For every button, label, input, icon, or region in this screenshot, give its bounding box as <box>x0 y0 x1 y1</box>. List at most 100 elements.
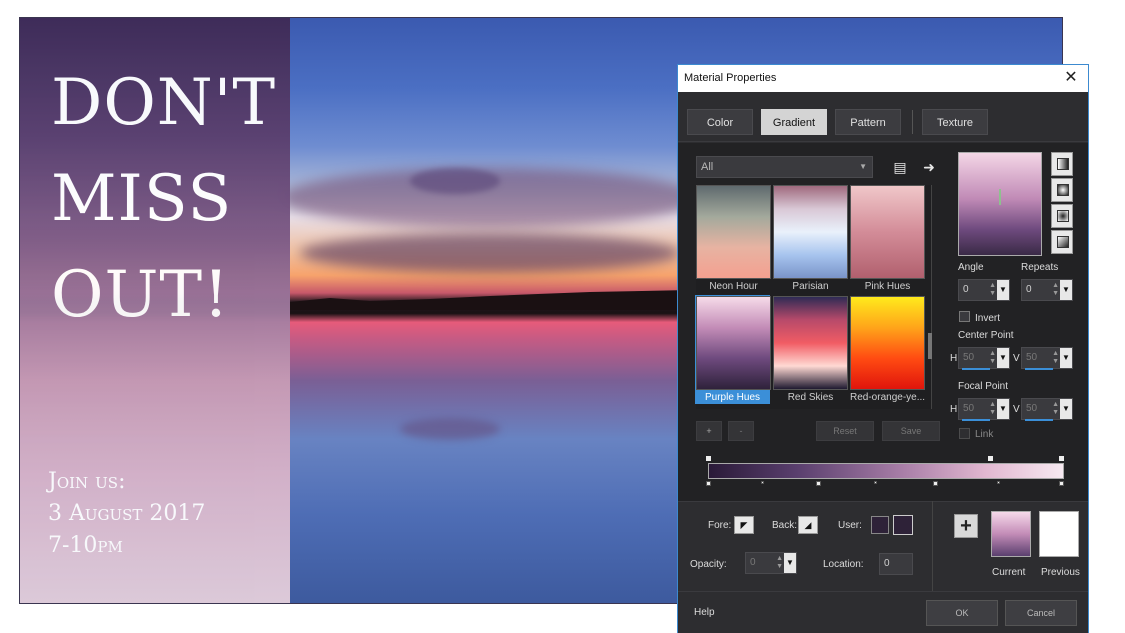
opacity-stop[interactable] <box>706 456 711 461</box>
gradient-swatch-list: Neon Hour Parisian Pink Hues Purple Hues… <box>695 185 932 409</box>
linear-gradient-icon <box>1057 158 1069 170</box>
reset-button[interactable]: Reset <box>816 421 874 441</box>
close-icon[interactable]: ✕ <box>1060 67 1082 89</box>
ok-button[interactable]: OK <box>926 600 998 626</box>
tab-color[interactable]: Color <box>687 109 753 135</box>
current-swatch <box>991 511 1031 557</box>
cloud <box>300 233 680 273</box>
swatch-red-skies[interactable]: Red Skies <box>773 296 848 403</box>
location-input[interactable]: 0 <box>879 553 913 575</box>
focal-h-label: H <box>950 404 958 415</box>
swatch-label: Purple Hues <box>704 392 761 403</box>
color-midpoint[interactable] <box>997 481 1000 484</box>
previous-label: Previous <box>1041 567 1080 578</box>
book-icon[interactable]: ▤ <box>890 157 910 177</box>
link-label: Link <box>975 429 994 440</box>
linear-type-button[interactable] <box>1051 152 1073 176</box>
color-stop[interactable] <box>1059 481 1064 486</box>
swatch-red-orange-yellow[interactable]: Red-orange-ye... <box>850 296 925 403</box>
spin-arrows-icon[interactable]: ▲ ▼ <box>1052 401 1059 417</box>
spin-arrows-icon[interactable]: ▲ ▼ <box>989 282 996 298</box>
dropdown-arrow-icon[interactable]: ▼ <box>997 280 1009 300</box>
user-color-swatch-selected[interactable] <box>893 515 913 535</box>
center-v-input[interactable]: 50 ▲ ▼ ▼ <box>1021 347 1073 370</box>
opacity-input[interactable]: 0 ▲ ▼ ▼ <box>745 552 797 574</box>
rectangular-gradient-icon <box>1057 184 1069 196</box>
headline-line: MISS <box>51 162 233 236</box>
opacity-stop[interactable] <box>1059 456 1064 461</box>
swatch-label: Red Skies <box>787 392 834 403</box>
focal-h-input[interactable]: 50 ▲ ▼ ▼ <box>958 398 1010 421</box>
rectangular-type-button[interactable] <box>1051 178 1073 202</box>
center-h-label: H <box>950 353 958 364</box>
dropdown-arrow-icon[interactable]: ▼ <box>1060 280 1072 300</box>
arrow-right-icon[interactable]: ➜ <box>919 157 939 177</box>
swatch-pink-hues[interactable]: Pink Hues <box>850 185 925 292</box>
cancel-button[interactable]: Cancel <box>1005 600 1077 626</box>
invert-checkbox[interactable] <box>959 311 970 322</box>
dropdown-arrow-icon[interactable]: ▼ <box>997 348 1009 368</box>
color-stop[interactable] <box>933 481 938 486</box>
add-swatch-button[interactable]: + <box>696 421 722 441</box>
spin-arrows-icon[interactable]: ▲ ▼ <box>1052 350 1059 366</box>
color-midpoint[interactable] <box>874 481 877 484</box>
fore-color-button[interactable]: ◤ <box>734 516 754 534</box>
tab-gradient[interactable]: Gradient <box>761 109 827 135</box>
focus-underline <box>1025 368 1053 370</box>
color-stop[interactable] <box>816 481 821 486</box>
plus-icon[interactable]: + <box>954 514 978 538</box>
gradient-editor[interactable] <box>706 455 1066 489</box>
dropdown-arrow-icon[interactable]: ▼ <box>1060 348 1072 368</box>
color-stop[interactable] <box>706 481 711 486</box>
event-line: 3 August 2017 <box>48 501 206 526</box>
focal-v-input[interactable]: 50 ▲ ▼ ▼ <box>1021 398 1073 421</box>
user-color-swatch[interactable] <box>871 516 889 534</box>
sunburst-type-button[interactable] <box>1051 204 1073 228</box>
help-link[interactable]: Help <box>694 607 715 618</box>
back-color-button[interactable]: ◢ <box>798 516 818 534</box>
center-v-value: 50 <box>1026 352 1038 363</box>
focal-point-label: Focal Point <box>958 381 1009 392</box>
gradient-bar[interactable] <box>708 463 1064 479</box>
event-line: Join us: <box>48 469 126 494</box>
previous-swatch[interactable] <box>1039 511 1079 557</box>
focal-v-value: 50 <box>1026 403 1038 414</box>
swatch-neon-hour[interactable]: Neon Hour <box>696 185 771 292</box>
material-properties-dialog: Material Properties ✕ Color Gradient Pat… <box>677 64 1089 633</box>
gradient-preview[interactable] <box>958 152 1042 256</box>
spin-arrows-icon[interactable]: ▲ ▼ <box>776 555 783 571</box>
dropdown-arrow-icon[interactable]: ▼ <box>1060 399 1072 419</box>
category-select-value: All <box>701 161 714 173</box>
angle-input[interactable]: 0 ▲ ▼ ▼ <box>958 279 1010 301</box>
dropdown-arrow-icon[interactable]: ▼ <box>784 553 796 573</box>
remove-swatch-button[interactable]: - <box>728 421 754 441</box>
tab-texture[interactable]: Texture <box>922 109 988 135</box>
focus-underline <box>962 419 990 421</box>
spin-arrows-icon[interactable]: ▲ ▼ <box>989 350 996 366</box>
radial-type-button[interactable] <box>1051 230 1073 254</box>
tab-pattern[interactable]: Pattern <box>835 109 901 135</box>
event-info: Join us: 3 August 2017 7-10pm <box>48 466 205 562</box>
poster-text-panel: DON'T MISS OUT! Join us: 3 August 2017 7… <box>20 18 290 603</box>
treeline <box>290 290 690 310</box>
opacity-midpoint[interactable] <box>988 456 993 461</box>
swatch-preview <box>696 296 771 390</box>
center-h-input[interactable]: 50 ▲ ▼ ▼ <box>958 347 1010 370</box>
swatch-purple-hues[interactable]: Purple Hues <box>695 295 771 404</box>
dialog-titlebar[interactable]: Material Properties ✕ <box>678 65 1088 92</box>
dropdown-arrow-icon[interactable]: ▼ <box>997 399 1009 419</box>
direction-handle[interactable] <box>999 189 1001 205</box>
swatch-preview <box>773 185 848 279</box>
spin-arrows-icon[interactable]: ▲ ▼ <box>989 401 996 417</box>
save-swatch-button[interactable]: Save <box>882 421 940 441</box>
link-checkbox[interactable] <box>959 428 970 439</box>
headline-line: DON'T <box>51 66 277 140</box>
list-scrollbar[interactable] <box>928 333 932 359</box>
color-midpoint[interactable] <box>761 481 764 484</box>
swatch-parisian[interactable]: Parisian <box>773 185 848 292</box>
spin-arrows-icon[interactable]: ▲ ▼ <box>1052 282 1059 298</box>
repeats-value: 0 <box>1026 284 1032 295</box>
repeats-input[interactable]: 0 ▲ ▼ ▼ <box>1021 279 1073 301</box>
focal-h-value: 50 <box>963 403 975 414</box>
category-select[interactable]: All ▼ <box>696 156 873 178</box>
